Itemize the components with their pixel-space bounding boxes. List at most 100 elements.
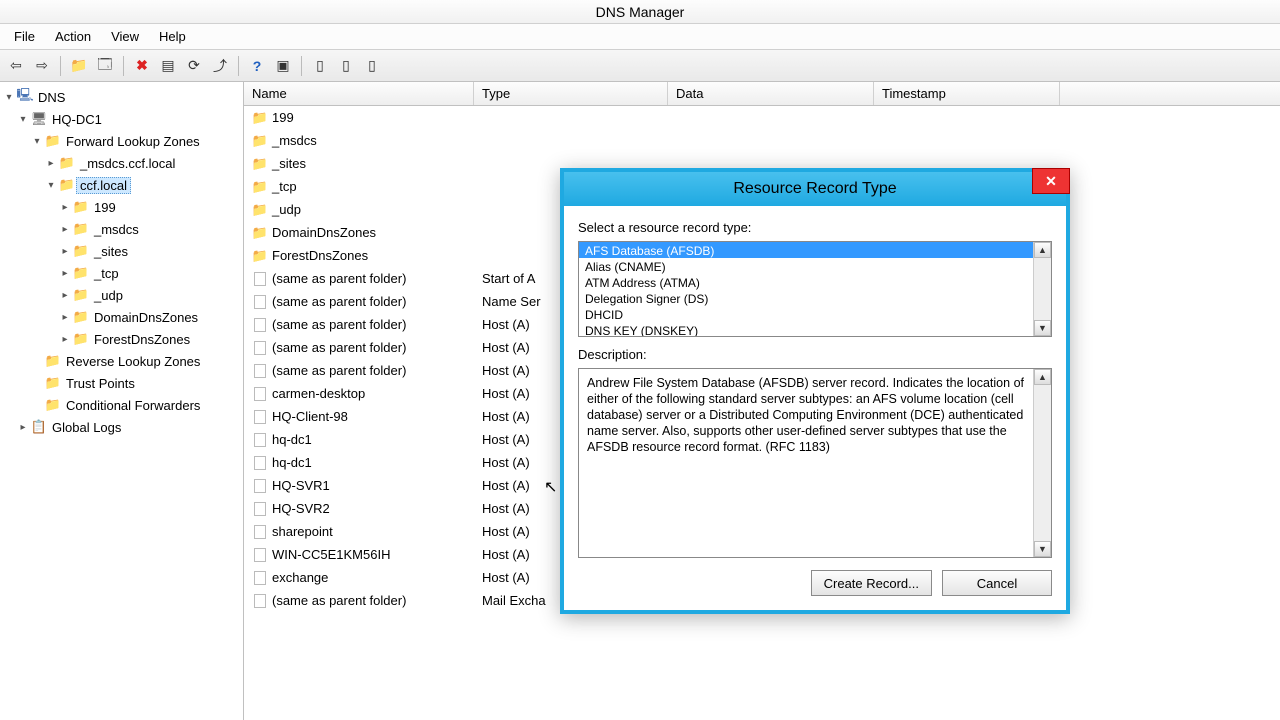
list-item[interactable]: 📁_msdcs (244, 129, 1280, 152)
expand-icon[interactable]: ▸ (58, 312, 72, 323)
tree-label: _sites (90, 243, 132, 260)
row-name: sharepoint (272, 524, 333, 539)
refresh-button[interactable]: ⟳ (182, 54, 206, 78)
tree-node-tcp[interactable]: ▸ 📁 _tcp (2, 262, 243, 284)
cancel-button[interactable]: Cancel (942, 570, 1052, 596)
record-type-option[interactable]: DHCID (579, 306, 1033, 322)
scroll-track[interactable] (1034, 385, 1051, 541)
tree-node-msdcs-ccf[interactable]: ▸ 📁 _msdcs.ccf.local (2, 152, 243, 174)
list-item[interactable]: 📁199 (244, 106, 1280, 129)
tree-node-ccf-local[interactable]: ▾ 📁 ccf.local (2, 174, 243, 196)
record-type-option[interactable]: AFS Database (AFSDB) (579, 242, 1033, 258)
expand-icon[interactable]: ▸ (44, 158, 58, 169)
collapse-icon[interactable]: ▾ (30, 136, 44, 147)
scroll-down-button[interactable]: ▼ (1034, 320, 1051, 336)
record-type-option[interactable]: ATM Address (ATMA) (579, 274, 1033, 290)
expand-icon[interactable]: ▸ (58, 290, 72, 301)
row-name: _tcp (272, 179, 297, 194)
menu-bar: File Action View Help (0, 24, 1280, 50)
expand-icon[interactable]: ▸ (58, 202, 72, 213)
tree-node-domaindnszones[interactable]: ▸ 📁 DomainDnsZones (2, 306, 243, 328)
expand-icon[interactable]: ▸ (58, 224, 72, 235)
tree-node-dns[interactable]: ▾ 🖳 DNS (2, 86, 243, 108)
menu-help[interactable]: Help (149, 26, 196, 47)
chevron-up-icon: ▲ (1038, 372, 1047, 382)
forward-button[interactable]: ⇨ (30, 54, 54, 78)
collapse-icon[interactable]: ▾ (44, 180, 58, 191)
record-icon: ▯ (342, 57, 350, 74)
folder-icon: 📁 (252, 110, 268, 126)
new-window-icon: ▣ (276, 57, 289, 74)
toolbar-separator (123, 56, 124, 76)
record-type-listbox[interactable]: AFS Database (AFSDB)Alias (CNAME)ATM Add… (578, 241, 1052, 337)
tree-node-reverse-zones[interactable]: 📁 Reverse Lookup Zones (2, 350, 243, 372)
create-record-button[interactable]: Create Record... (811, 570, 932, 596)
expand-icon[interactable]: ▸ (16, 422, 30, 433)
column-header-timestamp[interactable]: Timestamp (874, 82, 1060, 105)
zone-icon: 📁 (58, 177, 76, 193)
export-button[interactable]: ⤴ (208, 54, 232, 78)
tree-node-global-logs[interactable]: ▸ 📋 Global Logs (2, 416, 243, 438)
new-delegation-button[interactable]: ▯ (360, 54, 384, 78)
menu-file[interactable]: File (4, 26, 45, 47)
scroll-track[interactable] (1034, 258, 1051, 320)
tree-node-msdcs[interactable]: ▸ 📁 _msdcs (2, 218, 243, 240)
scroll-down-button[interactable]: ▼ (1034, 541, 1051, 557)
tree-label: Global Logs (48, 419, 125, 436)
navigation-tree[interactable]: ▾ 🖳 DNS ▾ 🖥 HQ-DC1 ▾ 📁 Forward Lookup Zo… (0, 82, 244, 720)
record-icon (252, 340, 268, 356)
show-hide-tree-button[interactable]: 🗔 (93, 54, 117, 78)
record-type-option[interactable]: Alias (CNAME) (579, 258, 1033, 274)
tree-label: ccf.local (76, 177, 131, 194)
delete-button[interactable]: ✖ (130, 54, 154, 78)
tree-node-sites[interactable]: ▸ 📁 _sites (2, 240, 243, 262)
expand-icon[interactable]: ▸ (58, 334, 72, 345)
close-button[interactable]: ✕ (1032, 168, 1070, 194)
expand-icon[interactable]: ▸ (58, 268, 72, 279)
toolbar-separator (301, 56, 302, 76)
collapse-icon[interactable]: ▾ (16, 114, 30, 125)
row-name: _sites (272, 156, 306, 171)
column-header-data[interactable]: Data (668, 82, 874, 105)
scroll-up-button[interactable]: ▲ (1034, 369, 1051, 385)
tree-node-conditional-forwarders[interactable]: 📁 Conditional Forwarders (2, 394, 243, 416)
up-button[interactable]: 📁 (67, 54, 91, 78)
record-type-option[interactable]: DNS KEY (DNSKEY) (579, 322, 1033, 336)
folder-icon: 📁 (44, 375, 62, 391)
tree-node-udp[interactable]: ▸ 📁 _udp (2, 284, 243, 306)
help-button[interactable]: ? (245, 54, 269, 78)
help-icon: ? (253, 58, 262, 74)
column-header-type[interactable]: Type (474, 82, 668, 105)
row-name: (same as parent folder) (272, 317, 406, 332)
scroll-up-button[interactable]: ▲ (1034, 242, 1051, 258)
description-text: Andrew File System Database (AFSDB) serv… (579, 369, 1033, 557)
row-name: _udp (272, 202, 301, 217)
description-scrollbar[interactable]: ▲ ▼ (1033, 369, 1051, 557)
properties-button[interactable]: ▤ (156, 54, 180, 78)
record-icon (252, 455, 268, 471)
new-window-button[interactable]: ▣ (271, 54, 295, 78)
description-label: Description: (578, 347, 1052, 362)
expand-icon[interactable]: ▸ (58, 246, 72, 257)
back-button[interactable]: ⇦ (4, 54, 28, 78)
row-name: carmen-desktop (272, 386, 365, 401)
tree-node-forward-zones[interactable]: ▾ 📁 Forward Lookup Zones (2, 130, 243, 152)
chevron-down-icon: ▼ (1038, 544, 1047, 554)
tree-node-trust-points[interactable]: 📁 Trust Points (2, 372, 243, 394)
toolbar-separator (238, 56, 239, 76)
folder-icon: 📁 (252, 156, 268, 172)
new-record-button[interactable]: ▯ (334, 54, 358, 78)
new-zone-button[interactable]: ▯ (308, 54, 332, 78)
tree-node-forestdnszones[interactable]: ▸ 📁 ForestDnsZones (2, 328, 243, 350)
menu-view[interactable]: View (101, 26, 149, 47)
menu-action[interactable]: Action (45, 26, 101, 47)
column-header-name[interactable]: Name (244, 82, 474, 105)
listbox-scrollbar[interactable]: ▲ ▼ (1033, 242, 1051, 336)
tree-node-199[interactable]: ▸ 📁 199 (2, 196, 243, 218)
select-type-label: Select a resource record type: (578, 220, 1052, 235)
folder-icon: 📁 (72, 309, 90, 325)
record-type-option[interactable]: Delegation Signer (DS) (579, 290, 1033, 306)
collapse-icon[interactable]: ▾ (2, 92, 16, 103)
tree-node-server[interactable]: ▾ 🖥 HQ-DC1 (2, 108, 243, 130)
dialog-title-bar[interactable]: Resource Record Type ✕ (564, 172, 1066, 206)
